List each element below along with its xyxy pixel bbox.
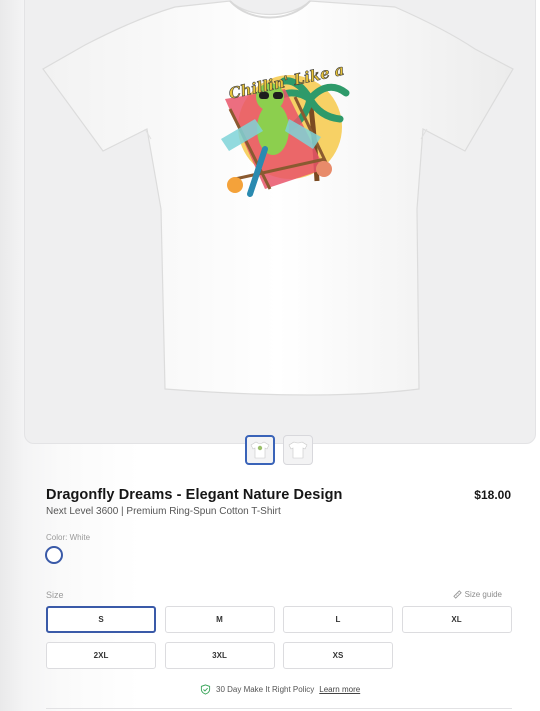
size-option-2xl[interactable]: 2XL [46,642,156,669]
tshirt-image: Chillin' Like a [42,0,514,396]
size-option-3xl[interactable]: 3XL [164,642,275,669]
product-image[interactable]: Chillin' Like a [24,0,536,444]
shield-check-icon [200,684,211,695]
color-label: Color: White [46,533,91,542]
ruler-icon [452,590,462,599]
size-option-xs[interactable]: XS [283,642,393,669]
product-title: Dragonfly Dreams - Elegant Nature Design [46,487,343,503]
size-option-xl[interactable]: XL [401,606,512,633]
policy-text: 30 Day Make It Right Policy [216,685,315,694]
size-options: S M L XL 2XL 3XL XS [46,606,512,669]
size-label: Size [46,590,64,600]
tshirt-thumb-icon [250,441,270,459]
size-option-s[interactable]: S [46,606,156,633]
product-subtitle: Next Level 3600 | Premium Ring-Spun Cott… [46,506,281,517]
learn-more-link[interactable]: Learn more [319,685,360,694]
size-option-m[interactable]: M [164,606,275,633]
size-guide-label: Size guide [464,590,502,599]
color-swatch-white[interactable] [45,546,63,564]
thumbnail-back[interactable] [283,435,313,465]
tshirt-back-thumb-icon [288,441,308,459]
image-thumbnails [245,435,313,465]
size-guide-link[interactable]: Size guide [452,590,502,599]
size-option-l[interactable]: L [283,606,393,633]
product-price: $18.00 [474,488,511,502]
thumbnail-front[interactable] [245,435,275,465]
policy-note: 30 Day Make It Right Policy Learn more [200,684,360,695]
divider [46,708,512,709]
